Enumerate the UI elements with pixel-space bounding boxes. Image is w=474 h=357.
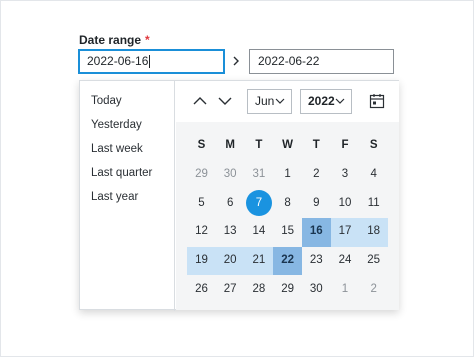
preset-last-quarter[interactable]: Last quarter — [91, 167, 152, 179]
calendar-icon[interactable] — [369, 93, 385, 109]
chevron-up-icon[interactable] — [192, 94, 208, 108]
text-cursor — [149, 55, 151, 69]
calendar-day[interactable]: 29 — [188, 162, 215, 187]
weekday-header: W — [282, 139, 294, 151]
calendar-day[interactable]: 12 — [188, 219, 215, 244]
preset-last-week[interactable]: Last week — [91, 143, 143, 155]
calendar-day[interactable]: 20 — [217, 248, 244, 273]
month-select[interactable]: Jun — [247, 89, 292, 114]
calendar-day[interactable]: 15 — [274, 219, 301, 244]
calendar-day[interactable]: 2 — [303, 162, 330, 187]
calendar-day[interactable]: 1 — [274, 162, 301, 187]
chevron-down-icon — [335, 98, 345, 104]
date-range-popup: Today Yesterday Last week Last quarter L… — [79, 80, 399, 311]
calendar-day[interactable]: 5 — [188, 191, 215, 216]
calendar-day[interactable]: 9 — [303, 191, 330, 216]
calendar-day[interactable]: 18 — [360, 219, 387, 244]
calendar-day[interactable]: 19 — [188, 248, 215, 273]
preset-last-year[interactable]: Last year — [91, 191, 138, 203]
calendar-header: Jun 2022 — [176, 81, 399, 122]
calendar-day[interactable]: 25 — [360, 248, 387, 273]
calendar-day[interactable]: 22 — [274, 248, 301, 273]
calendar-day[interactable]: 7 — [245, 191, 272, 216]
weekday-header: T — [312, 139, 320, 151]
calendar-day[interactable]: 13 — [217, 219, 244, 244]
calendar-day[interactable]: 1 — [332, 277, 359, 302]
start-date-input[interactable]: 2022-06-16 — [78, 49, 225, 74]
year-value: 2022 — [308, 94, 335, 108]
calendar-day[interactable]: 14 — [245, 219, 272, 244]
calendar-day[interactable]: 6 — [217, 191, 244, 216]
preset-today[interactable]: Today — [91, 95, 122, 107]
calendar-day[interactable]: 28 — [245, 277, 272, 302]
calendar-day[interactable]: 16 — [303, 219, 330, 244]
end-date-value: 2022-06-22 — [258, 54, 320, 68]
calendar-day[interactable]: 30 — [303, 277, 330, 302]
weekday-header: T — [255, 139, 263, 151]
start-date-value: 2022-06-16 — [87, 54, 149, 68]
year-select[interactable]: 2022 — [300, 89, 352, 114]
required-marker: * — [145, 33, 150, 47]
calendar-day[interactable]: 8 — [274, 191, 301, 216]
calendar-day[interactable]: 30 — [217, 162, 244, 187]
weekday-header: S — [369, 139, 378, 151]
calendar-day[interactable]: 4 — [360, 162, 387, 187]
calendar-day[interactable]: 29 — [274, 277, 301, 302]
calendar-day[interactable]: 23 — [303, 248, 330, 273]
calendar-day[interactable]: 11 — [360, 191, 387, 216]
chevron-down-icon[interactable] — [217, 94, 233, 108]
calendar-day[interactable]: 27 — [217, 277, 244, 302]
calendar-day[interactable]: 2 — [360, 277, 387, 302]
calendar-day[interactable]: 31 — [245, 162, 272, 187]
chevron-down-icon — [275, 98, 285, 104]
calendar-day[interactable]: 21 — [245, 248, 272, 273]
calendar-day[interactable]: 17 — [332, 219, 359, 244]
weekday-header: S — [197, 139, 206, 151]
calendar-day[interactable]: 3 — [332, 162, 359, 187]
chevron-right-icon — [233, 56, 239, 66]
end-date-input[interactable]: 2022-06-22 — [249, 49, 394, 74]
date-range-label-text: Date range — [79, 33, 142, 47]
weekday-header: F — [341, 139, 349, 151]
month-value: Jun — [255, 94, 275, 108]
preset-list: Today Yesterday Last week Last quarter L… — [80, 81, 175, 311]
weekday-header: M — [225, 139, 235, 151]
calendar-day[interactable]: 26 — [188, 277, 215, 302]
calendar-day[interactable]: 10 — [332, 191, 359, 216]
date-range-label: Date range * — [79, 33, 150, 47]
preset-yesterday[interactable]: Yesterday — [91, 119, 142, 131]
calendar-grid: S M T W T F S 29 30 31 1 2 3 4 5 6 7 8 9 10 11 12 13 14 15 16 17 18… — [176, 122, 399, 310]
calendar-day[interactable]: 24 — [332, 248, 359, 273]
